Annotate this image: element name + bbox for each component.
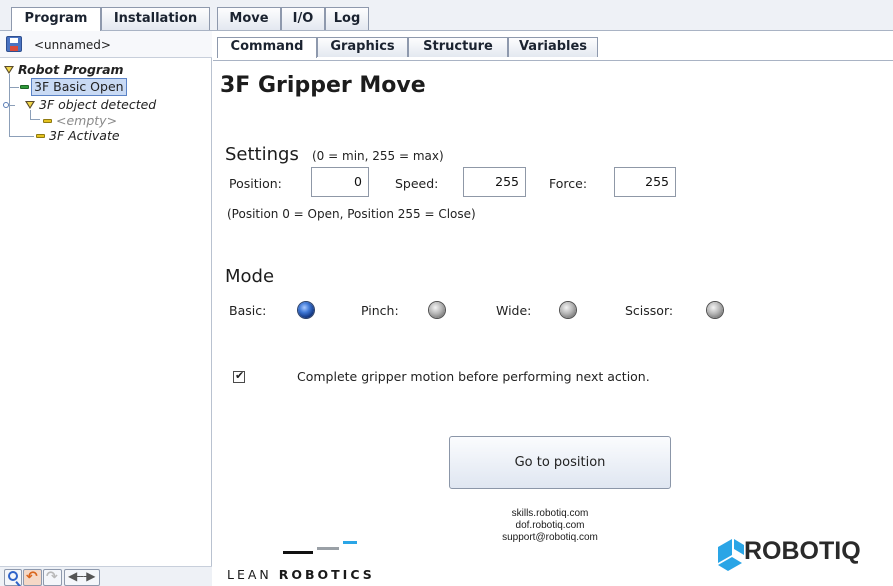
- contact-dof: dof.robotiq.com: [515, 520, 585, 531]
- mode-wide-radio[interactable]: [560, 302, 576, 318]
- tab-move[interactable]: Move: [217, 7, 281, 30]
- complete-motion-label: Complete gripper motion before performin…: [297, 369, 650, 384]
- top-tab-bar: Program Installation Move I/O Log: [0, 0, 893, 31]
- mode-basic-label: Basic:: [229, 303, 267, 318]
- robotiq-wordmark: ROBOTIQ: [744, 537, 861, 565]
- tree-item-3f-object-detected[interactable]: 3F object detected: [25, 97, 210, 113]
- tab-installation[interactable]: Installation: [101, 7, 210, 30]
- force-field[interactable]: 255: [614, 167, 676, 197]
- speed-label: Speed:: [395, 176, 439, 191]
- tab-graphics-label: Graphics: [330, 39, 395, 54]
- lean-robotics-wordmark: LEAN ROBOTICS: [227, 567, 375, 582]
- node-marker-icon: [20, 85, 29, 89]
- tree-root-label: Robot Program: [18, 62, 124, 77]
- undo-button[interactable]: ↶: [23, 569, 42, 586]
- move-node-button[interactable]: ◀---▶: [64, 569, 100, 586]
- tab-io[interactable]: I/O: [281, 7, 325, 30]
- checkmark-icon: ✔: [235, 369, 245, 382]
- mode-scissor-radio[interactable]: [707, 302, 723, 318]
- go-to-position-button[interactable]: Go to position: [449, 436, 671, 489]
- contact-links: skills.robotiq.com dof.robotiq.com suppo…: [475, 508, 625, 544]
- tab-program[interactable]: Program: [11, 7, 101, 31]
- tab-command[interactable]: Command: [217, 37, 317, 58]
- program-file-row: <unnamed>: [0, 31, 212, 58]
- redo-icon: ↷: [46, 569, 58, 585]
- mode-scissor-label: Scissor:: [625, 303, 674, 318]
- redo-button[interactable]: ↷: [43, 569, 62, 586]
- tab-io-label: I/O: [292, 11, 314, 26]
- contact-support: support@robotiq.com: [502, 532, 598, 543]
- tab-log-label: Log: [333, 11, 361, 26]
- speed-field[interactable]: 255: [463, 167, 526, 197]
- lean-bold: ROBOTICS: [278, 567, 375, 582]
- mode-pinch-radio[interactable]: [429, 302, 445, 318]
- tree-connector: [30, 110, 31, 119]
- tree-item-label: 3F Activate: [49, 128, 120, 143]
- node-marker-icon: [43, 119, 52, 123]
- tab-program-label: Program: [24, 11, 88, 26]
- program-tree-panel: <unnamed> Robot Program 3F Basic Open 3F…: [0, 31, 212, 586]
- search-icon: [8, 571, 18, 581]
- tree-root[interactable]: Robot Program: [4, 62, 204, 78]
- expand-triangle-icon: [4, 66, 14, 74]
- settings-hint: (0 = min, 255 = max): [312, 149, 444, 163]
- tree-node-dot-icon: [3, 102, 9, 108]
- node-tab-bar: Command Graphics Structure Variables: [213, 31, 893, 61]
- undo-icon: ↶: [26, 569, 38, 585]
- position-field[interactable]: 0: [311, 167, 369, 197]
- position-label: Position:: [229, 176, 282, 191]
- lean-prefix: LEAN: [227, 567, 272, 582]
- settings-heading: Settings: [225, 144, 299, 165]
- tab-structure-label: Structure: [423, 39, 493, 54]
- tree-item-3f-basic-open[interactable]: 3F Basic Open: [20, 78, 160, 96]
- tree-connector: [30, 119, 40, 120]
- save-icon[interactable]: [6, 36, 22, 52]
- tab-command-label: Command: [230, 39, 304, 54]
- force-label: Force:: [549, 176, 588, 191]
- mode-basic-radio[interactable]: [298, 302, 314, 318]
- expand-triangle-icon: [25, 101, 35, 109]
- node-marker-icon: [36, 134, 45, 138]
- tree-connector: [9, 87, 19, 88]
- tab-structure[interactable]: Structure: [408, 37, 508, 57]
- contact-skills: skills.robotiq.com: [511, 508, 589, 519]
- tab-variables[interactable]: Variables: [508, 37, 598, 57]
- tree-item-empty[interactable]: <empty>: [43, 113, 153, 129]
- tree-toolbar: ↶ ↷ ◀---▶: [0, 566, 212, 586]
- mode-heading: Mode: [225, 266, 275, 287]
- position-note: (Position 0 = Open, Position 255 = Close…: [227, 207, 476, 221]
- tree-item-label: 3F object detected: [39, 97, 157, 112]
- page-title: 3F Gripper Move: [220, 73, 426, 98]
- command-panel: 3F Gripper Move Settings (0 = min, 255 =…: [213, 61, 893, 586]
- tab-variables-label: Variables: [518, 39, 588, 54]
- tab-move-label: Move: [229, 11, 269, 26]
- program-file-name: <unnamed>: [34, 38, 111, 52]
- search-button[interactable]: [4, 569, 22, 586]
- mode-pinch-label: Pinch:: [361, 303, 399, 318]
- move-arrows-icon: ◀---▶: [68, 569, 95, 583]
- tree-item-label: 3F Basic Open: [31, 78, 127, 96]
- tree-item-label: <empty>: [56, 113, 118, 128]
- tab-installation-label: Installation: [113, 11, 198, 26]
- tree-item-3f-activate[interactable]: 3F Activate: [36, 128, 166, 144]
- tree-connector: [9, 105, 15, 106]
- lean-robotics-logo-icon: [283, 541, 357, 554]
- tab-graphics[interactable]: Graphics: [317, 37, 408, 57]
- tab-log[interactable]: Log: [325, 7, 369, 30]
- mode-wide-label: Wide:: [496, 303, 532, 318]
- tree-connector: [9, 136, 34, 137]
- complete-motion-checkbox[interactable]: ✔: [233, 369, 245, 383]
